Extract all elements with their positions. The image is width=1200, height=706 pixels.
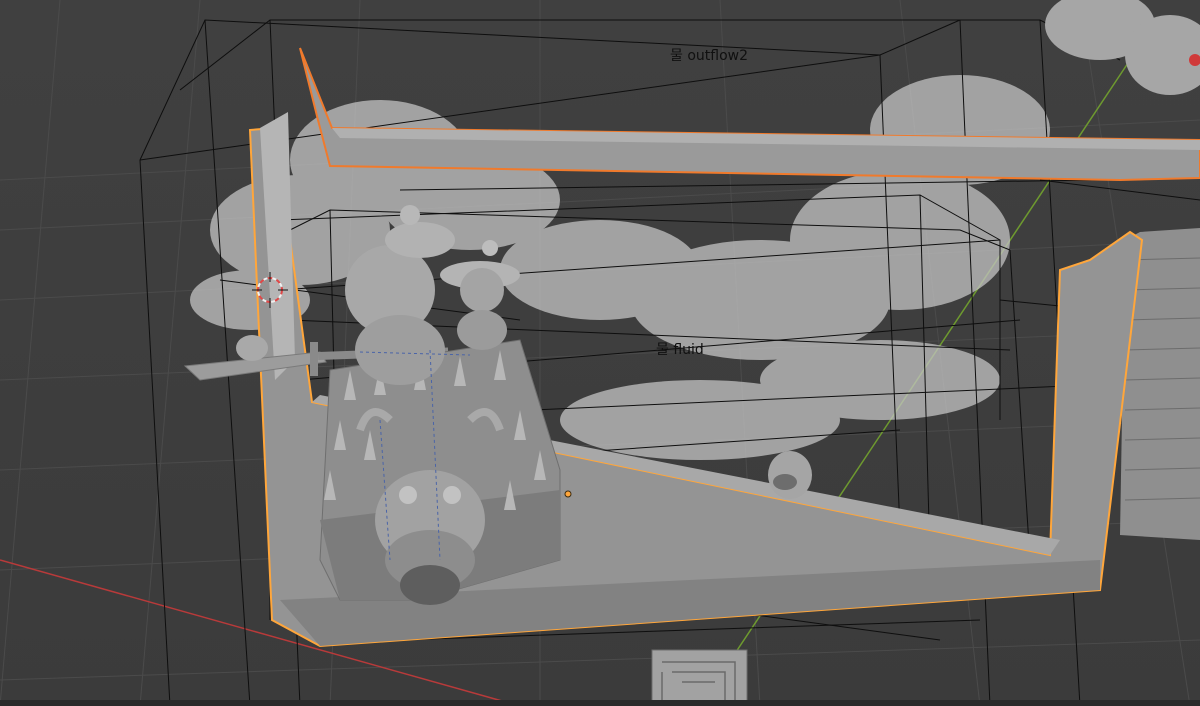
- board-mesh-bottom[interactable]: [651, 649, 748, 706]
- turtle-ship-mesh[interactable]: [319, 339, 561, 605]
- 3d-viewport[interactable]: 물 outflow2 물 fluid: [0, 0, 1200, 706]
- small-character-mesh-right[interactable]: [768, 451, 812, 499]
- origin-point-icon[interactable]: [564, 490, 572, 498]
- small-character-mesh-left[interactable]: [236, 335, 268, 361]
- viewport-bottom-edge: [0, 700, 1200, 706]
- character-mesh-top-right[interactable]: [1045, 0, 1200, 95]
- scene-canvas[interactable]: [0, 0, 1200, 706]
